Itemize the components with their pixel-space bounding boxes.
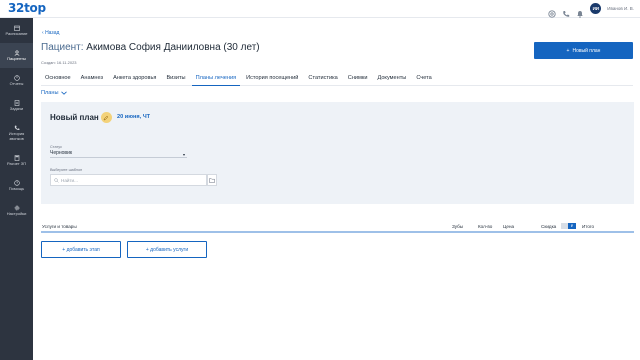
tab-treatment-plans[interactable]: Планы лечения: [191, 74, 241, 86]
search-icon: [54, 177, 59, 183]
chevron-down-icon: [60, 91, 67, 95]
tab-images[interactable]: Снимки: [344, 74, 372, 86]
col-discount: Скидка: [541, 224, 557, 229]
search-placeholder: Найти...: [61, 177, 78, 183]
sidebar-item-label: Настройки: [6, 210, 27, 216]
sidebar-item-label: Задачи: [9, 105, 24, 111]
patient-name: Акимова София Данииловна (30 лет): [86, 42, 260, 53]
tab-bar: Основное Анамнез Анкета здоровья Визиты …: [41, 74, 633, 86]
gear-icon: [14, 205, 19, 211]
tab-visits[interactable]: Визиты: [162, 74, 189, 86]
sidebar: Расписание Пациенты Отчеты Задачи Истори…: [0, 18, 33, 360]
sidebar-item-patients[interactable]: Пациенты: [0, 43, 33, 68]
plan-title-text: Новый план: [50, 113, 99, 122]
col-total: Итого: [582, 224, 595, 229]
col-qty: Кол-во: [478, 224, 493, 229]
back-link[interactable]: ‹ Назад: [42, 30, 59, 36]
sidebar-item-label: Расчет ЗП: [6, 160, 27, 166]
user-name[interactable]: Иванов И. В.: [607, 6, 634, 11]
tasks-icon: [14, 99, 19, 106]
sidebar-item-help[interactable]: Помощь: [0, 173, 33, 198]
support-icon[interactable]: [548, 5, 556, 18]
tab-anamnesis[interactable]: Анамнез: [77, 74, 107, 86]
discount-type-toggle[interactable]: ₽: [561, 223, 576, 229]
caret-down-icon: ▾: [182, 152, 185, 157]
folder-icon: [209, 177, 215, 183]
help-icon: [13, 180, 20, 186]
sidebar-item-reports[interactable]: Отчеты: [0, 68, 33, 93]
created-date: Создан: 16.11.2023: [41, 60, 77, 65]
sidebar-item-call-history[interactable]: История звонков: [0, 118, 33, 148]
main-content: ‹ Назад Пациент: Акимова София Данииловн…: [33, 18, 640, 360]
new-plan-button[interactable]: + Новый план: [534, 42, 633, 59]
tab-statistics[interactable]: Статистика: [304, 74, 341, 86]
plan-date[interactable]: 20 июня, ЧТ: [117, 114, 150, 120]
sidebar-item-schedule[interactable]: Расписание: [0, 18, 33, 43]
top-icons: ИИ Иванов И. В.: [548, 3, 634, 18]
folder-button[interactable]: [207, 174, 217, 186]
toggle-option-ruble[interactable]: ₽: [568, 223, 576, 229]
toggle-option-percent[interactable]: [561, 223, 568, 229]
sidebar-item-label: История звонков: [8, 131, 25, 141]
sidebar-item-settings[interactable]: Настройки: [0, 198, 33, 223]
col-services: Услуги и товары: [42, 224, 77, 229]
page-title: Пациент: Акимова София Данииловна (30 ле…: [41, 42, 260, 53]
services-table-header: Услуги и товары Зубы Кол-во Цена Скидка …: [41, 221, 634, 233]
sidebar-item-salary[interactable]: Расчет ЗП: [0, 148, 33, 173]
edit-icon[interactable]: [100, 112, 112, 123]
col-teeth: Зубы: [452, 224, 464, 229]
calendar-icon: [13, 25, 20, 31]
title-prefix: Пациент:: [41, 42, 84, 53]
status-label: Статус: [50, 145, 63, 149]
col-price: Цена: [503, 224, 515, 229]
sidebar-item-label: Отчеты: [9, 80, 24, 86]
bell-icon[interactable]: [576, 5, 584, 18]
plans-dropdown-label: Планы: [41, 90, 59, 96]
sidebar-item-label: Помощь: [8, 185, 25, 191]
avatar[interactable]: ИИ: [590, 3, 602, 14]
sidebar-item-label: Пациенты: [7, 55, 26, 61]
plan-title: Новый план: [50, 112, 112, 123]
calculator-icon: [14, 154, 19, 161]
person-icon: [14, 50, 19, 56]
report-icon: [13, 75, 20, 81]
template-search-input[interactable]: Найти...: [50, 174, 207, 186]
template-label: Выберите шаблон: [50, 168, 83, 172]
back-label: Назад: [45, 30, 60, 36]
tab-health-form[interactable]: Анкета здоровья: [109, 74, 160, 86]
add-service-button[interactable]: + добавить услуги: [127, 241, 207, 258]
add-stage-button[interactable]: + добавить этап: [41, 241, 121, 258]
plus-icon: +: [566, 47, 570, 54]
tab-invoices[interactable]: Счета: [412, 74, 435, 86]
phone-icon[interactable]: [562, 5, 570, 17]
sidebar-item-tasks[interactable]: Задачи: [0, 93, 33, 118]
status-value: Черновик: [50, 150, 73, 156]
tab-main[interactable]: Основное: [41, 74, 75, 86]
plan-panel: Новый план 20 июня, ЧТ Статус Черновик ▾…: [41, 102, 634, 204]
tab-documents[interactable]: Документы: [373, 74, 410, 86]
status-select[interactable]: Черновик ▾: [50, 150, 187, 158]
new-plan-label: Новый план: [572, 47, 601, 54]
plans-dropdown[interactable]: Планы: [41, 90, 67, 96]
top-bar: 32top ИИ Иванов И. В.: [0, 0, 640, 18]
app-logo[interactable]: 32top: [8, 1, 46, 15]
sidebar-item-label: Расписание: [5, 30, 28, 36]
tab-visit-history[interactable]: История посещений: [242, 74, 302, 86]
